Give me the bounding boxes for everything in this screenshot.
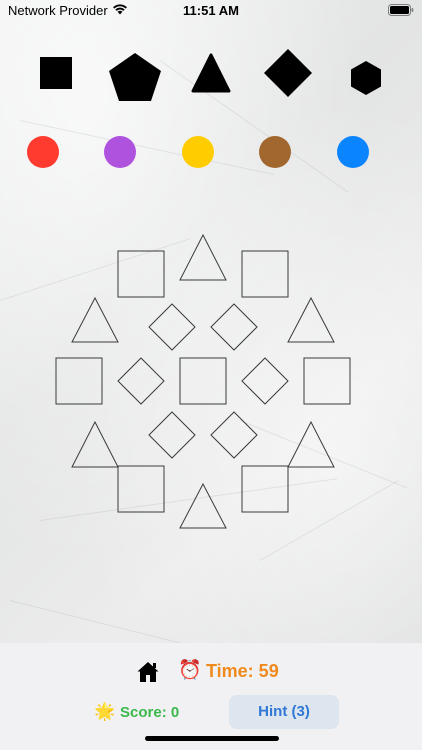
home-icon[interactable] <box>136 660 160 684</box>
board-diamond-piece[interactable] <box>148 303 196 351</box>
board-diamond-piece[interactable] <box>148 411 196 459</box>
board-square-piece[interactable] <box>241 465 289 513</box>
hint-button[interactable]: Hint (3) <box>229 695 339 729</box>
puzzle-board <box>55 233 351 529</box>
board-square-piece[interactable] <box>117 465 165 513</box>
board-triangle-piece[interactable] <box>71 296 119 343</box>
board-diamond-piece[interactable] <box>241 357 289 405</box>
board-square-piece[interactable] <box>117 250 165 298</box>
board-triangle-piece[interactable] <box>179 233 227 281</box>
board-triangle-piece[interactable] <box>287 420 335 468</box>
score-label: Score: 0 <box>120 704 180 721</box>
board-diamond-piece[interactable] <box>210 303 258 351</box>
home-indicator[interactable] <box>145 736 279 741</box>
board-diamond-piece[interactable] <box>210 411 258 459</box>
star-icon: 🌟 <box>94 702 116 721</box>
board-square-piece[interactable] <box>303 357 351 405</box>
board-triangle-piece[interactable] <box>287 296 335 343</box>
game-footer: ⏰ Time: 59 🌟 Score: 0 Hint (3) <box>0 643 422 750</box>
alarm-clock-icon: ⏰ <box>178 660 202 681</box>
board-diamond-piece[interactable] <box>117 357 165 405</box>
board-triangle-piece[interactable] <box>179 482 227 529</box>
board-square-piece[interactable] <box>55 357 103 405</box>
timer-label: Time: 59 <box>206 661 279 681</box>
board-square-piece[interactable] <box>179 357 227 405</box>
board-square-piece[interactable] <box>241 250 289 298</box>
board-triangle-piece[interactable] <box>71 420 119 468</box>
